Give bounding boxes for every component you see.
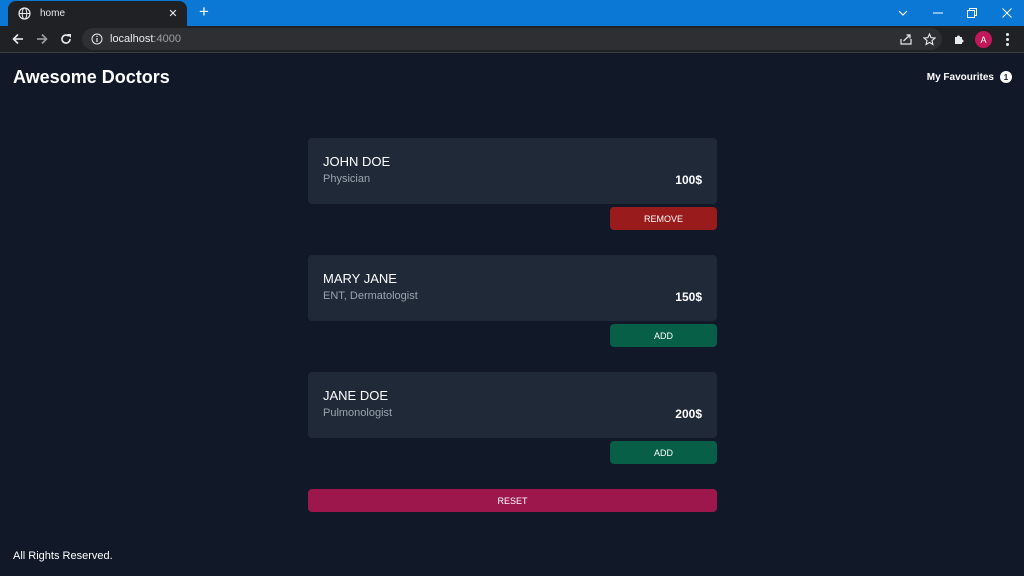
doctor-specialty: ENT, Dermatologist xyxy=(323,290,418,302)
doctor-price: 200$ xyxy=(675,407,702,421)
doctor-specialty: Physician xyxy=(323,173,371,185)
reset-button[interactable]: RESET xyxy=(308,489,717,512)
browser-tab[interactable]: home ✕ xyxy=(8,1,187,26)
browser-toolbar: localhost :4000 xyxy=(0,26,1024,53)
doctor-name: MARY JANE xyxy=(323,271,397,286)
minimize-icon[interactable] xyxy=(921,0,955,26)
address-bar[interactable]: localhost :4000 xyxy=(82,28,942,50)
extensions-puzzle-icon[interactable] xyxy=(950,30,968,48)
tab-close-icon[interactable]: ✕ xyxy=(167,7,179,20)
window-close-icon[interactable] xyxy=(990,0,1024,26)
share-icon[interactable] xyxy=(897,30,915,48)
tab-search-icon[interactable] xyxy=(886,0,920,26)
add-button[interactable]: ADD xyxy=(610,324,717,347)
reload-icon[interactable] xyxy=(57,30,75,48)
my-favourites-link[interactable]: My Favourites 1 xyxy=(927,71,1012,83)
favourites-label: My Favourites xyxy=(926,71,994,83)
browser-menu-icon[interactable] xyxy=(1001,30,1013,48)
remove-button[interactable]: REMOVE xyxy=(610,207,717,230)
url-port: :4000 xyxy=(153,33,181,45)
url-host: localhost xyxy=(110,33,154,45)
doctor-price: 150$ xyxy=(675,290,702,304)
back-arrow-icon[interactable] xyxy=(9,30,27,48)
site-info-icon[interactable] xyxy=(91,33,103,45)
doctor-card: JANE DOE Pulmonologist 200$ xyxy=(308,372,717,438)
footer-text: All Rights Reserved. xyxy=(13,550,113,562)
doctor-price: 100$ xyxy=(675,173,702,187)
globe-icon xyxy=(18,7,31,20)
new-tab-button[interactable]: + xyxy=(195,3,213,21)
doctor-specialty: Pulmonologist xyxy=(323,407,393,419)
forward-arrow-icon[interactable] xyxy=(33,30,51,48)
doctor-card: MARY JANE ENT, Dermatologist 150$ xyxy=(308,255,717,321)
browser-tab-bar: home ✕ + xyxy=(0,0,1024,26)
doctor-card: JOHN DOE Physician 100$ xyxy=(308,138,717,204)
profile-avatar[interactable]: A xyxy=(975,31,992,48)
add-button[interactable]: ADD xyxy=(610,441,717,464)
doctor-name: JANE DOE xyxy=(323,388,389,403)
restore-icon[interactable] xyxy=(955,0,989,26)
bookmark-star-icon[interactable] xyxy=(920,30,938,48)
favourites-count-badge: 1 xyxy=(1000,71,1012,83)
tab-title: home xyxy=(40,8,66,19)
doctor-name: JOHN DOE xyxy=(323,154,391,169)
page-title: Awesome Doctors xyxy=(13,67,170,87)
